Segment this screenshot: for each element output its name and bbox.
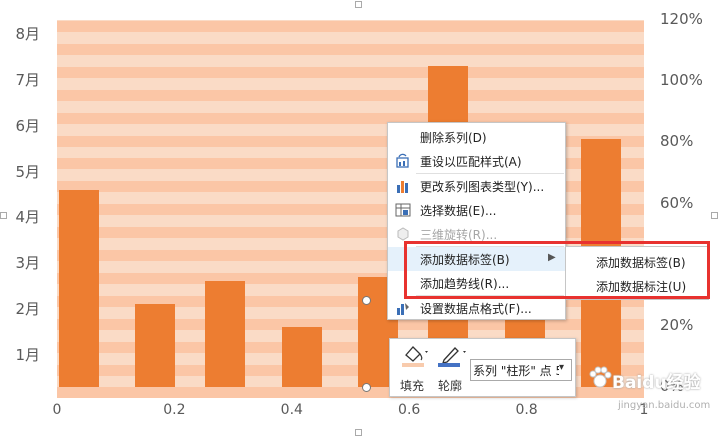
x-tick-label: 0.8 xyxy=(515,402,538,418)
y-tick-label: 4月 xyxy=(15,208,40,227)
paw-logo-icon xyxy=(588,366,612,394)
chevron-down-icon: ▾ xyxy=(559,362,565,373)
series-selector-value: 系列 "柱形" 点 5 xyxy=(473,364,559,378)
menu-item-label: 删除系列(D) xyxy=(420,131,487,145)
resize-handle-top[interactable] xyxy=(355,1,362,8)
bar[interactable] xyxy=(281,327,322,387)
y-tick-label: 2月 xyxy=(15,300,40,319)
menu-item-format-data-point[interactable]: 设置数据点格式(F)... xyxy=(388,296,565,320)
mini-toolbar: 填充 轮廓 系列 "柱形" 点 5 ▾ xyxy=(389,338,576,397)
menu-item-label: 重设以匹配样式(A) xyxy=(420,155,522,169)
x-tick-label: 0 xyxy=(52,402,62,418)
resize-handle-bottom[interactable] xyxy=(355,429,362,436)
format-point-icon xyxy=(395,300,411,316)
x-tick-label: 0.6 xyxy=(398,402,421,418)
y-tick-label: 5月 xyxy=(15,162,40,181)
outline-label: 轮廓 xyxy=(438,379,463,393)
y2-tick-label: 20% xyxy=(660,315,694,334)
bar[interactable] xyxy=(205,281,246,387)
select-data-icon xyxy=(395,202,411,218)
y-tick-label: 3月 xyxy=(15,254,40,273)
menu-item-label: 选择数据(E)... xyxy=(420,204,497,218)
y-tick-label: 7月 xyxy=(15,70,40,89)
grid-band xyxy=(57,21,644,32)
menu-item-label: 设置数据点格式(F)... xyxy=(420,302,532,316)
y2-tick-label: 80% xyxy=(660,132,694,151)
series-selector[interactable]: 系列 "柱形" 点 5 ▾ xyxy=(470,359,572,381)
watermark-title: Baidu经验 xyxy=(612,373,701,393)
fill-button[interactable]: 填充 xyxy=(396,343,432,393)
y2-tick-label: 100% xyxy=(660,71,703,90)
pen-icon xyxy=(436,343,468,371)
y-tick-label: 1月 xyxy=(15,346,40,365)
menu-item-select-data[interactable]: 选择数据(E)... xyxy=(388,198,565,222)
highlight-box xyxy=(404,241,710,299)
watermark-url: jingyan.baidu.com xyxy=(618,400,711,411)
grid-band xyxy=(57,66,644,78)
rotate-3d-icon xyxy=(395,226,411,242)
chart-area[interactable]: 1月2月3月4月5月6月7月8月 0%20%40%60%80%100%120% … xyxy=(0,0,718,436)
menu-item-change-chart-type[interactable]: 更改系列图表类型(Y)... xyxy=(388,174,565,198)
resize-handle-right[interactable] xyxy=(711,212,718,219)
y2-tick-label: 120% xyxy=(660,10,703,28)
paint-bucket-icon xyxy=(400,343,430,371)
bar[interactable] xyxy=(134,304,175,387)
menu-item-delete-series[interactable]: 删除系列(D) xyxy=(388,125,565,149)
fill-label: 填充 xyxy=(400,379,425,393)
resize-handle-left[interactable] xyxy=(0,212,7,219)
menu-item-label: 更改系列图表类型(Y)... xyxy=(420,180,545,194)
reset-style-icon xyxy=(395,153,411,169)
outline-button[interactable]: 轮廓 xyxy=(434,343,470,393)
x-tick-label: 0.2 xyxy=(163,402,186,418)
grid-band xyxy=(57,43,644,55)
bar[interactable] xyxy=(58,189,99,387)
y2-tick-label: 60% xyxy=(660,193,694,212)
y-tick-label: 8月 xyxy=(15,24,40,43)
y-tick-label: 6月 xyxy=(15,116,40,135)
grid-band xyxy=(57,89,644,101)
watermark: Baidu经验 jingyan.baidu.com xyxy=(588,366,711,426)
x-tick-label: 0.4 xyxy=(280,402,303,418)
menu-item-reset-style[interactable]: 重设以匹配样式(A) xyxy=(388,149,565,173)
chart-type-icon xyxy=(395,178,411,194)
selection-handle[interactable] xyxy=(362,383,371,392)
selection-handle[interactable] xyxy=(362,296,371,305)
